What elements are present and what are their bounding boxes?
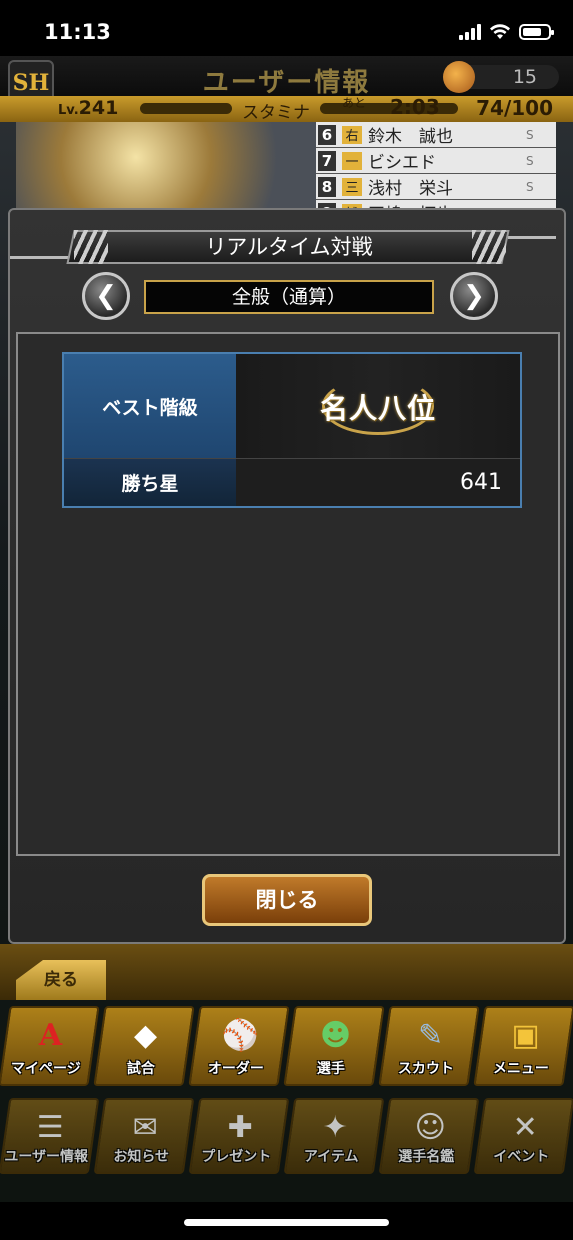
previous-category-button[interactable]: ❮	[82, 272, 130, 320]
mypage-icon: A	[38, 1017, 63, 1053]
stats-panel: ベスト階級 名人八位 勝ち星 641	[16, 332, 560, 856]
nav-user-info[interactable]: ☰ ユーザー情報	[0, 1098, 100, 1174]
main-nav: A マイページ ◆ 試合 ⚾ オーダー ☻ 選手 ✎ スカウト ▣ メニュー	[0, 1006, 573, 1086]
stamina-value: 74/100	[476, 96, 553, 120]
best-rank-row: ベスト階級 名人八位	[64, 354, 520, 458]
wins-label: 勝ち星	[64, 459, 236, 506]
wins-value: 641	[236, 459, 520, 506]
status-time: 11:13	[44, 20, 111, 44]
battery-icon	[519, 24, 554, 40]
stats-table: ベスト階級 名人八位 勝ち星 641	[62, 352, 522, 508]
gift-icon: ✚	[227, 1109, 253, 1145]
nav-players[interactable]: ☻ 選手	[283, 1006, 385, 1086]
wins-row: 勝ち星 641	[64, 458, 520, 506]
best-rank-label: ベスト階級	[64, 354, 236, 458]
home-indicator[interactable]	[184, 1219, 389, 1226]
player-directory-icon: ☺	[414, 1109, 446, 1145]
exp-bar	[140, 103, 232, 114]
wifi-icon	[490, 24, 510, 39]
menu-icon: ▣	[511, 1017, 540, 1053]
level-bar: Lv.241 スタミナ あと 2:03 74/100	[0, 95, 573, 123]
order-row: 6 右 鈴木 誠也 S	[316, 122, 556, 148]
status-bar: 11:13	[0, 0, 573, 56]
nav-scout[interactable]: ✎ スカウト	[378, 1006, 480, 1086]
best-rank-value: 名人八位	[236, 354, 520, 458]
nav-items[interactable]: ✦ アイテム	[283, 1098, 385, 1174]
event-icon: ✕	[512, 1109, 538, 1145]
nav-game[interactable]: ◆ 試合	[93, 1006, 195, 1086]
next-category-button[interactable]: ❯	[450, 272, 498, 320]
close-button[interactable]: 閉じる	[202, 874, 372, 926]
rank-emblem-text: 名人八位	[319, 392, 436, 425]
nav-order[interactable]: ⚾ オーダー	[188, 1006, 290, 1086]
coin-icon	[443, 61, 475, 93]
nav-player-directory[interactable]: ☺ 選手名鑑	[378, 1098, 480, 1174]
signal-icon	[459, 24, 481, 40]
order-row: 8 三 浅村 栄斗 S	[316, 174, 556, 200]
dialog-title: リアルタイム対戦	[205, 235, 373, 259]
stamina-recovery-time: 2:03	[390, 95, 440, 119]
nav-news[interactable]: ✉ お知らせ	[93, 1098, 195, 1174]
news-icon: ✉	[132, 1109, 158, 1145]
user-info-icon: ☰	[36, 1109, 64, 1145]
nav-event[interactable]: ✕ イベント	[473, 1098, 573, 1174]
level-display: Lv.241	[58, 97, 119, 119]
item-icon: ✦	[322, 1109, 348, 1145]
coin-count: 15	[512, 66, 537, 88]
realtime-battle-dialog: リアルタイム対戦 ❮ 全般（通算） ❯ ベスト階級 名人八位 勝ち星 641 閉	[8, 208, 566, 944]
nav-present[interactable]: ✚ プレゼント	[188, 1098, 290, 1174]
background-photo	[16, 122, 316, 210]
category-label: 全般（通算）	[144, 280, 434, 314]
rank-emblem-icon: 名人八位	[316, 373, 440, 439]
scout-icon: ✎	[417, 1017, 444, 1053]
sub-nav: ☰ ユーザー情報 ✉ お知らせ ✚ プレゼント ✦ アイテム ☺ 選手名鑑 ✕ …	[0, 1098, 573, 1174]
stadium-icon: ◆	[133, 1017, 158, 1053]
stamina-label: スタミナ	[242, 103, 310, 123]
chevron-left-icon: ❮	[95, 281, 117, 311]
coin-counter[interactable]: 15	[443, 61, 559, 93]
order-row: 7 一 ビシエド S	[316, 148, 556, 174]
status-icons	[459, 24, 554, 40]
field-icon: ⚾	[221, 1017, 260, 1053]
stamina-remaining-prefix: あと	[342, 96, 367, 110]
chevron-right-icon: ❯	[463, 281, 485, 311]
nav-mypage[interactable]: A マイページ	[0, 1006, 100, 1086]
player-icon: ☻	[319, 1017, 352, 1053]
game-header: SH ユーザー情報 15	[0, 56, 573, 106]
nav-menu[interactable]: ▣ メニュー	[473, 1006, 573, 1086]
